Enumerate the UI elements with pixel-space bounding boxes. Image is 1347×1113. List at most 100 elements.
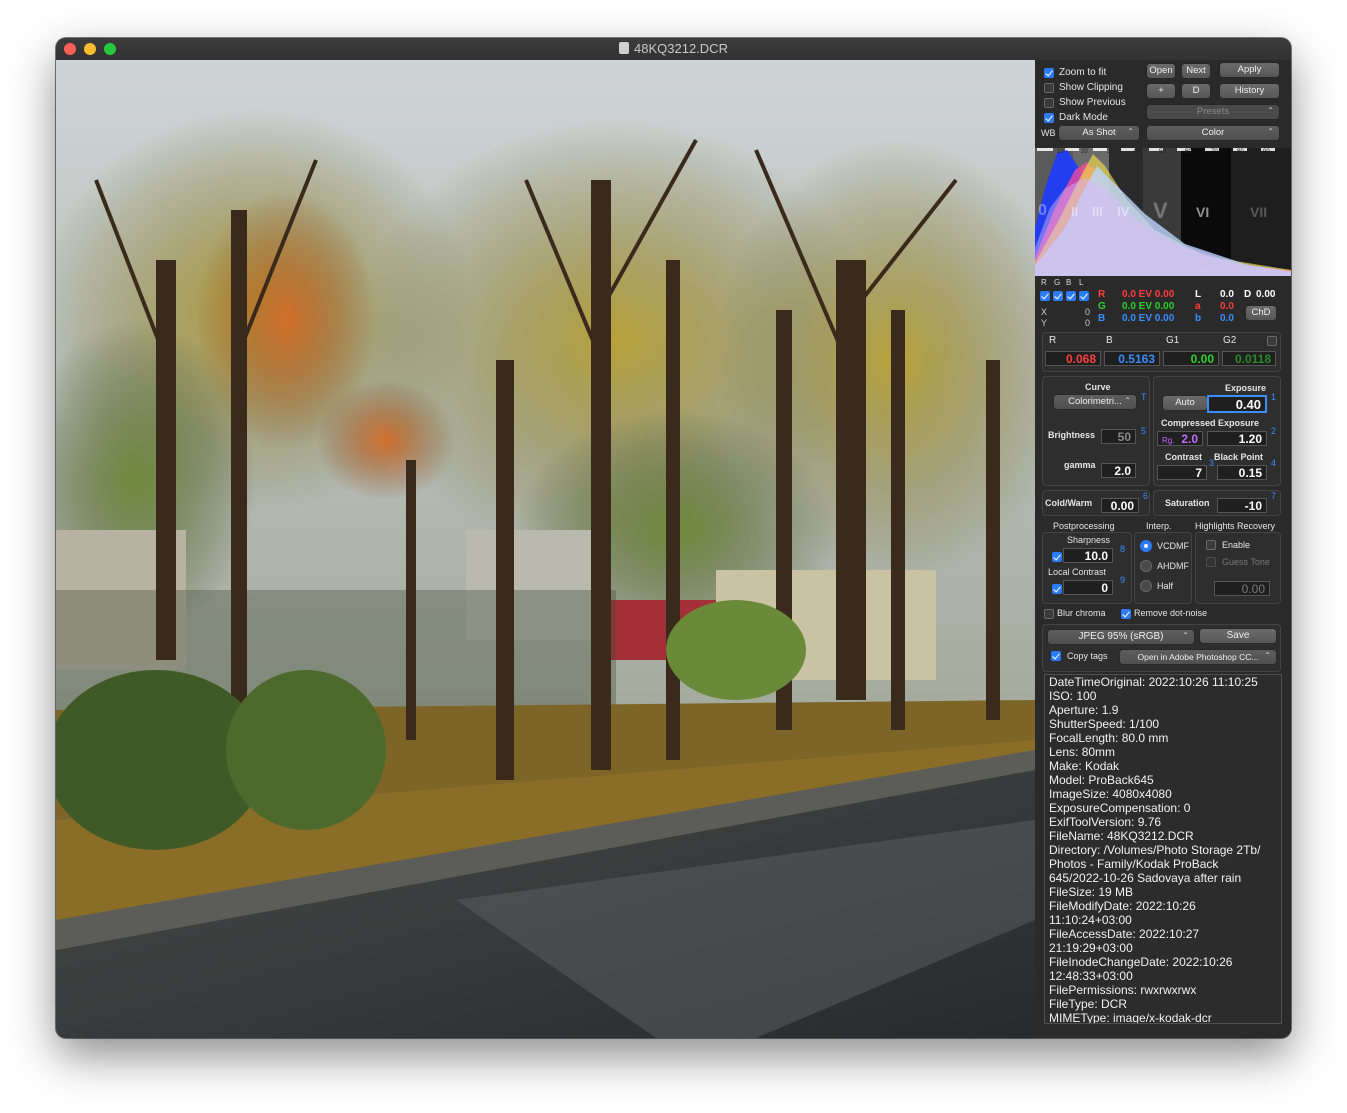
- zoom-to-fit-checkbox[interactable]: [1044, 68, 1054, 78]
- hist-scale-20: 20: [1081, 149, 1088, 155]
- rg-label: Rg.: [1162, 436, 1175, 445]
- interp-ahdmf-radio[interactable]: [1140, 560, 1152, 572]
- brightness-hotkey: 5: [1141, 426, 1147, 436]
- remove-dot-noise-label: Remove dot-noise: [1134, 608, 1208, 618]
- histogram: 10 20 30 40 50 60 70 80 90 0 II III IV V…: [1035, 148, 1291, 276]
- g-value: 0.0 EV 0.00: [1122, 301, 1175, 312]
- color-mode-popup[interactable]: Color: [1147, 125, 1279, 140]
- rg-field[interactable]: Rg. 2.0: [1157, 431, 1203, 446]
- wb-g2-field[interactable]: 0.0118: [1222, 351, 1276, 366]
- save-button[interactable]: Save: [1200, 629, 1276, 643]
- exif-line: Photos - Family/Kodak ProBack: [1049, 857, 1219, 871]
- guess-tone-label: Guess Tone: [1222, 557, 1270, 567]
- sharpness-field[interactable]: 10.0: [1063, 548, 1113, 563]
- chd-button[interactable]: ChD: [1246, 306, 1276, 320]
- sharpness-checkbox[interactable]: [1052, 552, 1062, 562]
- zone-5: V: [1153, 198, 1168, 223]
- d-button[interactable]: D: [1182, 84, 1210, 98]
- channel-l-checkbox[interactable]: [1079, 291, 1089, 301]
- y-label: Y: [1041, 318, 1048, 328]
- exif-line: Directory: /Volumes/Photo Storage 2Tb/: [1049, 843, 1261, 857]
- exif-line: ShutterSpeed: 1/100: [1049, 717, 1160, 731]
- apply-button[interactable]: Apply: [1220, 63, 1279, 77]
- black-point-label: Black Point: [1214, 452, 1264, 462]
- show-clipping-checkbox[interactable]: [1044, 83, 1054, 93]
- photo-preview[interactable]: [56, 60, 1035, 1038]
- interp-half-radio[interactable]: [1140, 580, 1152, 592]
- channel-b-checkbox[interactable]: [1066, 291, 1076, 301]
- d-value: 0.00: [1256, 289, 1276, 300]
- r-label: R: [1098, 289, 1106, 300]
- exif-line: FileInodeChangeDate: 2022:10:26: [1049, 955, 1233, 969]
- wb-g2-checkbox[interactable]: [1267, 336, 1277, 346]
- auto-exposure-button[interactable]: Auto: [1163, 396, 1207, 410]
- presets-popup[interactable]: Presets: [1147, 104, 1279, 119]
- guess-tone-checkbox[interactable]: [1206, 557, 1216, 567]
- highlights-value-field[interactable]: 0.00: [1214, 581, 1270, 596]
- document-icon: [619, 42, 630, 54]
- curve-popup[interactable]: Colorimetri...: [1054, 394, 1136, 409]
- exif-line: 12:48:33+03:00: [1049, 969, 1133, 983]
- history-button[interactable]: History: [1220, 84, 1279, 98]
- dark-mode-checkbox[interactable]: [1044, 113, 1054, 123]
- show-clipping-label: Show Clipping: [1059, 82, 1123, 93]
- exif-line: ExifToolVersion: 9.76: [1049, 815, 1162, 829]
- local-contrast-field[interactable]: 0: [1063, 580, 1113, 595]
- app-window: 48KQ3212.DCR Zoom to fit Show Clipping S…: [56, 38, 1291, 1038]
- photo-image: [56, 60, 1035, 1038]
- b-label: B: [1098, 313, 1106, 324]
- next-button[interactable]: Next: [1182, 64, 1210, 78]
- exposure-field[interactable]: 0.40: [1207, 395, 1267, 413]
- blur-chroma-checkbox[interactable]: [1044, 609, 1054, 619]
- compressed-exposure-field[interactable]: 1.20: [1207, 431, 1267, 446]
- highlights-enable-checkbox[interactable]: [1206, 540, 1216, 550]
- open-in-popup[interactable]: Open in Adobe Photoshop CC...: [1120, 649, 1276, 664]
- exif-line: FileAccessDate: 2022:10:27: [1049, 927, 1200, 941]
- saturation-field[interactable]: -10: [1217, 498, 1267, 513]
- exif-line: ExposureCompensation: 0: [1049, 801, 1191, 815]
- control-panel: Zoom to fit Show Clipping Show Previous …: [1035, 60, 1291, 1038]
- exif-info-list[interactable]: DateTimeOriginal: 2022:10:26 11:10:25 IS…: [1044, 674, 1282, 1024]
- exif-line: Lens: 80mm: [1049, 745, 1116, 759]
- cold-warm-field[interactable]: 0.00: [1101, 498, 1139, 513]
- show-previous-label: Show Previous: [1059, 97, 1126, 108]
- wb-r-field[interactable]: 0.068: [1045, 351, 1101, 366]
- hist-scale-30: 30: [1107, 149, 1114, 155]
- exif-line: 645/2022-10-26 Sadovaya after rain: [1049, 871, 1242, 885]
- channel-g-checkbox[interactable]: [1053, 291, 1063, 301]
- hist-scale-80: 80: [1237, 149, 1244, 155]
- show-previous-checkbox[interactable]: [1044, 98, 1054, 108]
- contrast-field[interactable]: 7: [1157, 465, 1207, 480]
- output-format-popup[interactable]: JPEG 95% (sRGB): [1048, 629, 1194, 644]
- open-button[interactable]: Open: [1147, 64, 1175, 78]
- channel-r-checkbox[interactable]: [1040, 291, 1050, 301]
- interp-vcdmf-radio[interactable]: [1140, 540, 1152, 552]
- compressed-exposure-title: Compressed Exposure: [1161, 418, 1260, 428]
- plus-button[interactable]: +: [1147, 84, 1175, 98]
- channel-header-l: L: [1079, 278, 1084, 287]
- wb-popup[interactable]: As Shot: [1059, 125, 1139, 140]
- hist-scale-50: 50: [1159, 149, 1166, 155]
- b-value: 0.0 EV 0.00: [1122, 313, 1175, 324]
- highlights-recovery-title: Highlights Recovery: [1195, 521, 1276, 531]
- zone-6: VI: [1196, 204, 1210, 220]
- remove-dot-noise-checkbox[interactable]: [1121, 609, 1131, 619]
- cold-warm-label: Cold/Warm: [1045, 498, 1093, 508]
- wb-g1-field[interactable]: 0.00: [1163, 351, 1219, 366]
- hist-scale-70: 70: [1211, 149, 1218, 155]
- window-title: 48KQ3212.DCR: [56, 41, 1291, 56]
- zone-3: III: [1092, 204, 1103, 219]
- black-point-field[interactable]: 0.15: [1217, 465, 1267, 480]
- exif-line: FileType: DCR: [1049, 997, 1128, 1011]
- wb-b-field[interactable]: 0.5163: [1104, 351, 1160, 366]
- exposure-hotkey: 1: [1271, 392, 1277, 402]
- channel-header-b: B: [1066, 278, 1072, 287]
- exif-line: FileModifyDate: 2022:10:26: [1049, 899, 1196, 913]
- brightness-label: Brightness: [1048, 430, 1096, 440]
- copy-tags-checkbox[interactable]: [1051, 651, 1061, 661]
- zone-0: 0: [1038, 202, 1047, 219]
- y-value: 0: [1085, 318, 1091, 328]
- gamma-field[interactable]: 2.0: [1101, 463, 1136, 478]
- brightness-field[interactable]: 50: [1101, 429, 1136, 444]
- local-contrast-checkbox[interactable]: [1052, 584, 1062, 594]
